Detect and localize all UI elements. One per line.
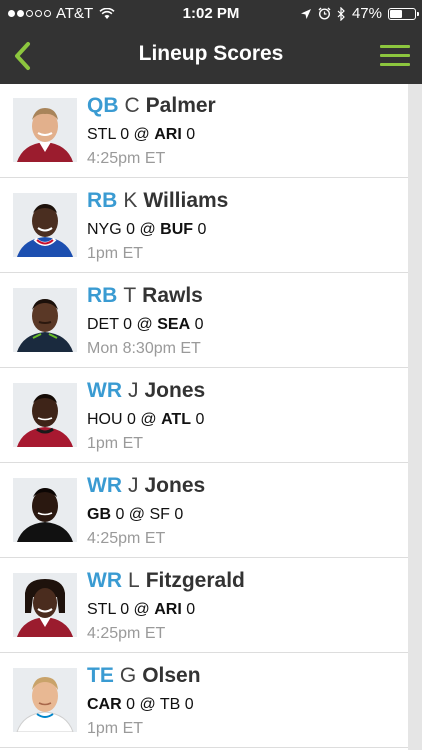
home-score: 0 <box>174 506 184 523</box>
away-team: CAR <box>87 696 122 713</box>
menu-button[interactable] <box>380 42 412 68</box>
game-score: GB 0 @ SF 0 <box>87 506 184 523</box>
away-team: GB <box>87 506 111 523</box>
game-score: CAR 0 @ TB 0 <box>87 696 194 713</box>
player-row[interactable]: RB K Williams NYG 0 @ BUF 0 1pm ET <box>0 179 408 273</box>
home-score: 0 <box>184 696 194 713</box>
game-score: DET 0 @ SEA 0 <box>87 316 204 333</box>
home-score: 0 <box>195 411 205 428</box>
last-name: Williams <box>143 189 229 212</box>
position-label: RB <box>87 284 118 307</box>
away-score: 0 <box>115 506 125 523</box>
player-row[interactable]: TE G Olsen CAR 0 @ TB 0 1pm ET <box>0 654 408 748</box>
game-time: 1pm ET <box>87 720 144 737</box>
player-row[interactable]: WR L Fitzgerald STL 0 @ ARI 0 4:25pm ET <box>0 559 408 653</box>
position-label: WR <box>87 474 122 497</box>
home-team: SF <box>149 506 170 523</box>
first-initial: L <box>128 569 140 592</box>
status-right: 47% <box>300 5 419 22</box>
position-label: TE <box>87 664 114 687</box>
battery-icon <box>388 7 419 20</box>
home-score: 0 <box>186 126 196 143</box>
last-name: Jones <box>144 474 206 497</box>
position-label: QB <box>87 94 119 117</box>
home-team: BUF <box>160 221 194 238</box>
away-score: 0 <box>127 411 136 428</box>
position-label: WR <box>87 569 122 592</box>
player-name: RB K Williams <box>87 189 228 213</box>
player-avatar <box>13 193 77 257</box>
player-name: RB T Rawls <box>87 284 203 308</box>
player-avatar <box>13 98 77 162</box>
game-time: 4:25pm ET <box>87 150 166 167</box>
position-label: WR <box>87 379 122 402</box>
away-score: 0 <box>126 221 136 238</box>
home-score: 0 <box>186 601 196 618</box>
away-team: STL <box>87 126 116 143</box>
player-row[interactable]: RB T Rawls DET 0 @ SEA 0 Mon 8:30pm ET <box>0 274 408 368</box>
scrollbar-track[interactable] <box>408 84 422 750</box>
alarm-clock-icon <box>318 7 331 20</box>
game-time: 1pm ET <box>87 245 144 262</box>
game-time: Mon 8:30pm ET <box>87 340 201 357</box>
game-time: 1pm ET <box>87 435 144 452</box>
game-score: STL 0 @ ARI 0 <box>87 126 196 143</box>
home-team: ARI <box>154 601 182 618</box>
first-initial: J <box>128 474 139 497</box>
game-time: 4:25pm ET <box>87 625 166 642</box>
first-initial: C <box>124 94 140 117</box>
battery-percent: 47% <box>351 5 382 22</box>
player-name: TE G Olsen <box>87 664 201 688</box>
player-name: WR J Jones <box>87 474 205 498</box>
last-name: Rawls <box>142 284 203 307</box>
first-initial: G <box>119 664 137 687</box>
player-row[interactable]: QB C Palmer STL 0 @ ARI 0 4:25pm ET <box>0 84 408 178</box>
away-team: HOU <box>87 411 123 428</box>
navigation-bar: Lineup Scores <box>0 28 422 84</box>
position-label: RB <box>87 189 118 212</box>
last-name: Olsen <box>142 664 201 687</box>
lineup-list: QB C Palmer STL 0 @ ARI 0 4:25pm ET RB K… <box>0 84 408 750</box>
away-score: 0 <box>123 316 133 333</box>
status-bar: AT&T 1:02 PM 47% <box>0 0 422 28</box>
away-team: STL <box>87 601 116 618</box>
away-score: 0 <box>120 126 130 143</box>
away-team: NYG <box>87 221 122 238</box>
page-title: Lineup Scores <box>138 42 284 65</box>
game-score: HOU 0 @ ATL 0 <box>87 411 205 428</box>
last-name: Palmer <box>145 94 216 117</box>
game-score: NYG 0 @ BUF 0 <box>87 221 207 238</box>
player-avatar <box>13 668 77 732</box>
player-avatar <box>13 383 77 447</box>
home-score: 0 <box>194 316 204 333</box>
bluetooth-icon <box>337 6 345 21</box>
player-name: WR L Fitzgerald <box>87 569 245 593</box>
home-score: 0 <box>197 221 207 238</box>
home-team: TB <box>159 696 181 713</box>
hamburger-menu-icon <box>380 45 410 48</box>
game-time: 4:25pm ET <box>87 530 166 547</box>
player-row[interactable]: WR J Jones GB 0 @ SF 0 4:25pm ET <box>0 464 408 558</box>
player-avatar <box>13 573 77 637</box>
first-initial: K <box>123 189 138 212</box>
away-team: DET <box>87 316 119 333</box>
player-avatar <box>13 478 77 542</box>
first-initial: T <box>123 284 137 307</box>
player-name: QB C Palmer <box>87 94 216 118</box>
player-row[interactable]: WR J Jones HOU 0 @ ATL 0 1pm ET <box>0 369 408 463</box>
away-score: 0 <box>120 601 130 618</box>
first-initial: J <box>128 379 139 402</box>
app-screen: AT&T 1:02 PM 47% Lineup Scores QB C Palm… <box>0 0 422 750</box>
home-team: ARI <box>154 126 182 143</box>
home-team: ATL <box>161 411 191 428</box>
home-team: SEA <box>157 316 191 333</box>
last-name: Jones <box>144 379 206 402</box>
last-name: Fitzgerald <box>145 569 245 592</box>
location-arrow-icon <box>300 8 311 19</box>
player-avatar <box>13 288 77 352</box>
game-score: STL 0 @ ARI 0 <box>87 601 196 618</box>
away-score: 0 <box>126 696 136 713</box>
player-name: WR J Jones <box>87 379 205 403</box>
